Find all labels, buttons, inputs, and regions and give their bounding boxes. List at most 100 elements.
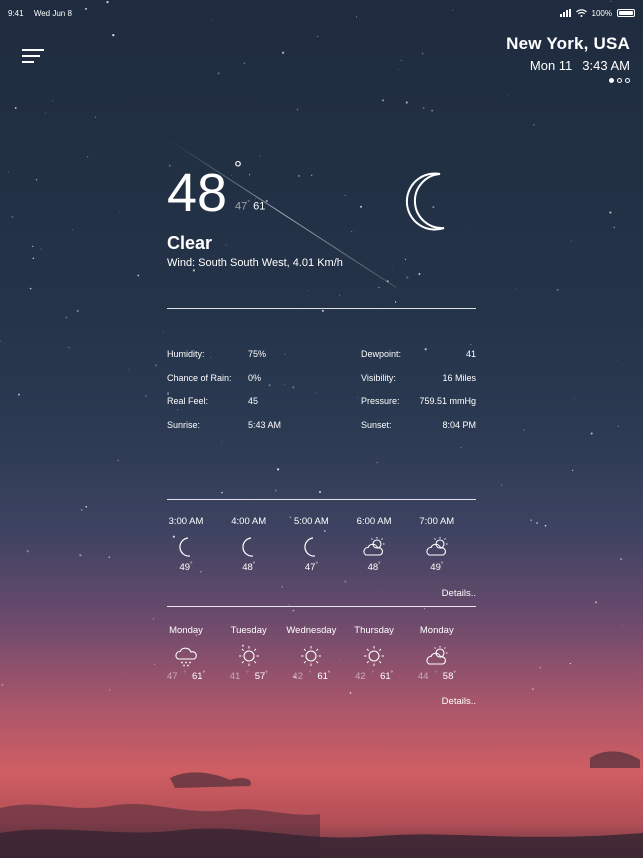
star [470, 343, 472, 346]
page-dot[interactable] [617, 78, 622, 83]
detail-label: Pressure: [361, 396, 400, 407]
star [460, 446, 462, 448]
star [85, 505, 88, 508]
city-name: New York, USA [506, 34, 630, 53]
daily-details-link[interactable]: Details.. [442, 696, 476, 707]
star [119, 212, 121, 214]
star [40, 248, 42, 250]
daily-low: 47 [167, 671, 178, 683]
star [394, 301, 397, 303]
sun-icon [280, 644, 342, 668]
star [400, 59, 402, 62]
low-high-temperature: 47° 61° [235, 200, 269, 213]
daily-item: Thursday 42 ° 61° [343, 625, 405, 682]
hourly-item: 3:00 AM 49° [155, 516, 217, 573]
star [72, 229, 73, 231]
hourly-temp: 49° [179, 562, 193, 574]
cellular-signal-icon [559, 9, 571, 17]
detail-label: Chance of Rain: [167, 372, 232, 383]
moon-icon [218, 535, 280, 559]
star [259, 155, 262, 157]
star [1, 684, 4, 686]
star [595, 601, 597, 604]
star [344, 194, 346, 196]
star [418, 273, 421, 275]
star [281, 51, 285, 54]
daily-low: 42 [292, 671, 303, 683]
low-temp: 47 [235, 200, 248, 213]
detail-label: Sunset: [361, 420, 392, 431]
daily-temps: 44 ° 58° [417, 671, 456, 683]
battery-percent: 100% [591, 8, 612, 18]
star [17, 393, 20, 396]
star [292, 609, 295, 612]
star [422, 106, 425, 109]
daily-temps: 41 ° 57° [229, 671, 268, 683]
rain-cloud-icon [155, 644, 217, 668]
partly-cloudy-icon [406, 535, 468, 559]
star [155, 364, 157, 367]
star [531, 688, 534, 691]
detail-row: Real Feel: 45 Pressure: 759.51 mmHg ° [167, 393, 476, 417]
hamburger-menu-icon[interactable] [22, 49, 44, 65]
star [533, 124, 535, 126]
daily-high: 58 [442, 671, 454, 683]
page-dot[interactable] [609, 78, 614, 83]
star [318, 490, 322, 493]
local-day: Mon 11 [529, 58, 573, 73]
star [68, 346, 70, 349]
high-temp: 61 [253, 200, 266, 213]
daily-low: 41 [229, 671, 241, 683]
star [65, 316, 68, 319]
detail-value: 8:04 PM [442, 420, 476, 431]
star [501, 484, 503, 486]
detail-label: Visibility: [361, 372, 396, 383]
star [221, 491, 223, 494]
star [421, 52, 424, 55]
star [376, 461, 378, 464]
detail-value: 5:43 AM [248, 420, 282, 431]
star [590, 432, 593, 435]
star [339, 294, 341, 296]
star [297, 174, 300, 177]
hourly-details-link[interactable]: Details.. [442, 588, 476, 599]
hourly-item: 7:00 AM 49° [406, 516, 468, 573]
star [274, 489, 277, 492]
hourly-temp-value: 49 [179, 562, 191, 574]
star [296, 108, 299, 111]
star [539, 667, 541, 669]
star [76, 309, 79, 313]
star [80, 508, 83, 511]
star [398, 69, 399, 70]
star [321, 309, 324, 312]
daily-low: 42 [355, 671, 366, 683]
hourly-temp: 49° [430, 562, 444, 574]
daily-high: 57 [254, 671, 266, 683]
star [544, 524, 547, 527]
hourly-temp-value: 48 [367, 562, 379, 574]
star [243, 62, 246, 65]
page-indicator[interactable] [506, 78, 630, 83]
page-dot[interactable] [625, 78, 630, 83]
detail-value: 75% [248, 349, 267, 359]
daily-item: Tuesday 41 ° 57° [218, 625, 280, 682]
detail-row: Sunrise: 5:43 AM Sunset: 8:04 PM [167, 417, 476, 441]
star [609, 211, 612, 214]
status-date: Wed Jun 8 [33, 8, 72, 18]
star [108, 689, 111, 691]
daily-day: Monday [169, 625, 203, 636]
star [221, 440, 223, 442]
star [522, 429, 525, 431]
hourly-temp-value: 48 [242, 562, 253, 574]
star [94, 116, 97, 118]
daily-day: Thursday [354, 625, 394, 636]
partly-cloudy-icon [406, 644, 468, 668]
star [35, 178, 38, 181]
star [378, 287, 380, 289]
daily-high: 61 [317, 671, 328, 683]
star [359, 205, 363, 208]
star [617, 425, 619, 427]
hourly-time: 3:00 AM [168, 516, 204, 527]
hourly-time: 4:00 AM [231, 516, 267, 527]
detail-value: 16 Miles [442, 372, 476, 383]
